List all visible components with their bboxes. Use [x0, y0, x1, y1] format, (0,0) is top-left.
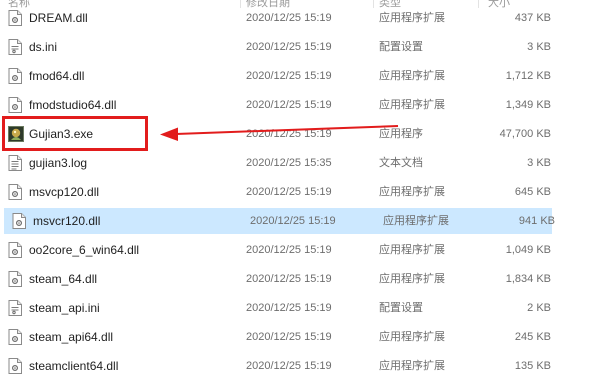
annotation-arrow — [160, 125, 399, 141]
